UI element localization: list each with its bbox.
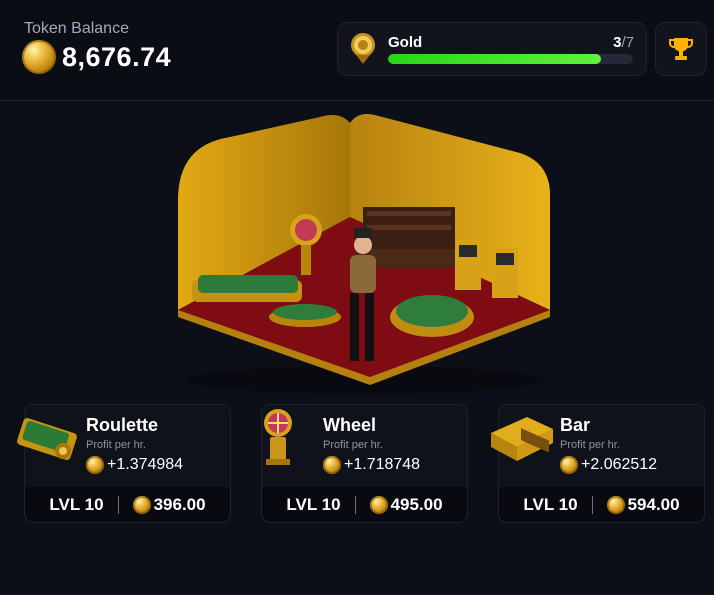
token-coin-icon: [606, 495, 625, 514]
profit-value: +1.718748: [344, 456, 421, 473]
token-coin-icon: [560, 456, 578, 474]
divider: [591, 495, 593, 514]
rank-progress-track: [388, 54, 633, 64]
upgrade-cost: 495.00: [369, 494, 443, 515]
profit-label: Profit per hr.: [560, 439, 620, 451]
profit-value: +1.374984: [107, 456, 184, 473]
upgrade-card-wheel[interactable]: Wheel Profit per hr. +1.718748 LVL 10 49…: [261, 404, 468, 523]
token-coin-icon: [323, 456, 341, 474]
divider: [354, 495, 356, 514]
card-title: Bar: [560, 415, 591, 435]
token-coin-icon: [369, 495, 388, 514]
leaderboard-button[interactable]: [655, 22, 707, 76]
rank-name: Gold: [388, 34, 423, 51]
upgrade-card-roulette[interactable]: Roulette Profit per hr. +1.374984 LVL 10…: [17, 404, 231, 523]
trophy-icon: [669, 38, 693, 60]
token-coin-icon: [132, 495, 151, 514]
rank-total: /7: [621, 34, 634, 51]
divider: [117, 495, 119, 514]
level-label: LVL 10: [49, 494, 104, 514]
cost-value: 396.00: [153, 494, 206, 514]
upgrade-cost: 594.00: [606, 494, 680, 515]
upgrade-footer[interactable]: LVL 10 396.00: [25, 487, 230, 522]
balance-row: 8,676.74: [22, 40, 171, 74]
card-title: Roulette: [86, 415, 158, 435]
level-label: LVL 10: [523, 494, 578, 514]
rank-counter: 3/7: [613, 34, 634, 51]
cost-value: 594.00: [627, 494, 680, 514]
bar-counter-icon: [491, 417, 553, 461]
profit-row: +1.718748: [323, 456, 420, 474]
balance-label: Token Balance: [24, 20, 129, 37]
wheel-machine-icon: [264, 409, 292, 465]
profit-label: Profit per hr.: [86, 439, 146, 451]
upgrade-cost: 396.00: [132, 494, 206, 515]
upgrade-card-bar[interactable]: Bar Profit per hr. +2.062512 LVL 10 594.…: [491, 404, 705, 523]
card-title: Wheel: [323, 415, 377, 435]
top-bar: Token Balance 8,676.74 Gold 3/7: [0, 0, 714, 101]
profit-value: +2.062512: [581, 456, 658, 473]
roulette-table-icon: [17, 418, 77, 460]
profit-label: Profit per hr.: [323, 439, 383, 451]
casino-room-illustration: [178, 114, 550, 394]
upgrade-footer[interactable]: LVL 10 495.00: [262, 487, 467, 522]
level-label: LVL 10: [286, 494, 341, 514]
token-coin-icon: [22, 40, 56, 74]
gold-rank-badge-icon: [351, 33, 375, 64]
balance-value: 8,676.74: [62, 41, 172, 72]
upgrade-footer[interactable]: LVL 10 594.00: [499, 487, 704, 522]
token-coin-icon: [86, 456, 104, 474]
rank-progress-card[interactable]: Gold 3/7: [337, 22, 647, 76]
profit-row: +2.062512: [560, 456, 657, 474]
cost-value: 495.00: [390, 494, 443, 514]
rank-progress-fill: [388, 54, 602, 64]
profit-row: +1.374984: [86, 456, 183, 474]
